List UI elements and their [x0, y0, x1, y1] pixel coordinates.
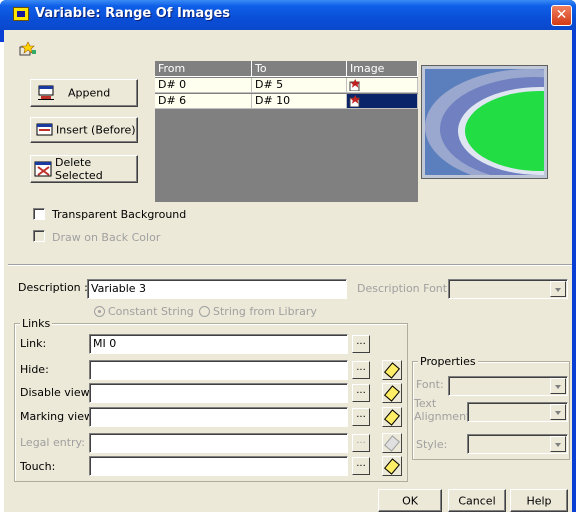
window-title: Variable: Range Of Images: [35, 6, 230, 21]
left-edge: [0, 42, 4, 512]
table-cell-image[interactable]: [347, 78, 418, 93]
hide-eraser-icon[interactable]: [382, 360, 402, 380]
table-cell-from[interactable]: D# 6: [155, 94, 252, 109]
title-bar[interactable]: Variable: Range Of Images ✕: [0, 0, 576, 30]
string-from-library-label: String from Library: [213, 305, 317, 318]
legal-entry-browse-button[interactable]: ...: [352, 434, 370, 452]
properties-legend: Properties: [418, 355, 478, 368]
links-legend: Links: [20, 317, 53, 330]
text-alignment-label-line1: Text: [414, 397, 437, 410]
legal-entry-label: Legal entry:: [20, 436, 85, 449]
image-icon: [349, 79, 360, 91]
style-label: Style:: [416, 438, 448, 451]
text-alignment-label-line2: Alignment: [414, 410, 471, 423]
constant-string-label: Constant String: [108, 305, 194, 318]
table-cell-to[interactable]: D# 5: [252, 78, 347, 93]
transparent-background-label: Transparent Background: [52, 208, 187, 221]
disable-view-browse-button[interactable]: ...: [352, 384, 370, 402]
properties-font-label: Font:: [416, 378, 444, 391]
string-from-library-radio[interactable]: [199, 306, 210, 317]
chevron-down-icon[interactable]: [550, 404, 566, 420]
table-cell-image-selected[interactable]: [347, 94, 418, 109]
cancel-button[interactable]: Cancel: [448, 489, 506, 512]
image-preview: [422, 66, 547, 178]
touch-label: Touch:: [20, 460, 56, 473]
description-font-select[interactable]: [448, 279, 568, 299]
column-header-from[interactable]: From: [155, 61, 252, 77]
ok-label: OK: [402, 494, 418, 507]
delete-label: Delete Selected: [55, 156, 103, 182]
chevron-down-icon[interactable]: [550, 281, 566, 297]
hide-input[interactable]: [89, 360, 348, 380]
disable-view-label: Disable view:: [20, 386, 93, 399]
help-label: Help: [526, 494, 552, 507]
touch-input[interactable]: [89, 456, 348, 476]
transparent-background-checkbox[interactable]: [33, 208, 45, 220]
table-cell-from[interactable]: D# 0: [155, 78, 252, 93]
table-cell-to[interactable]: D# 10: [252, 94, 347, 109]
legal-entry-eraser-icon[interactable]: [382, 433, 402, 453]
append-icon: [38, 85, 54, 100]
description-value: Variable 3: [91, 282, 147, 295]
link-browse-button[interactable]: ...: [352, 335, 370, 353]
divider: [8, 264, 572, 266]
marking-view-eraser-icon[interactable]: [382, 407, 402, 427]
disable-view-eraser-icon[interactable]: [382, 383, 402, 403]
sparkle-icon[interactable]: [18, 41, 38, 57]
link-input[interactable]: MI 0: [89, 334, 348, 354]
style-select[interactable]: [467, 434, 568, 454]
insert-icon: [36, 123, 53, 136]
link-value: MI 0: [93, 337, 117, 350]
delete-icon: [34, 161, 52, 177]
hide-browse-button[interactable]: ...: [352, 361, 370, 379]
preview-ellipse-graphic: [425, 69, 544, 175]
draw-on-back-color-checkbox[interactable]: [33, 230, 45, 242]
marking-view-browse-button[interactable]: ...: [352, 408, 370, 426]
disable-view-input[interactable]: [89, 383, 348, 403]
ranges-table[interactable]: From To Image D# 0 D# 5 D# 6 D# 10: [155, 61, 418, 202]
cancel-label: Cancel: [458, 494, 496, 507]
touch-browse-button[interactable]: ...: [352, 457, 370, 475]
insert-label: Insert (Before): [56, 123, 136, 137]
touch-eraser-icon[interactable]: [382, 456, 402, 476]
append-button[interactable]: Append: [30, 79, 138, 107]
delete-selected-button[interactable]: Delete Selected: [30, 155, 138, 183]
chevron-down-icon[interactable]: [550, 436, 566, 452]
marking-view-label: Marking view:: [20, 410, 97, 423]
app-icon: [13, 7, 29, 21]
constant-string-radio[interactable]: [94, 306, 105, 317]
properties-font-select[interactable]: [448, 376, 568, 396]
close-button[interactable]: ✕: [551, 5, 572, 26]
insert-before-button[interactable]: Insert (Before): [30, 117, 138, 143]
draw-on-back-color-label: Draw on Back Color: [52, 231, 161, 244]
ok-button[interactable]: OK: [378, 489, 442, 512]
help-button[interactable]: Help: [510, 489, 568, 512]
description-label: Description :: [18, 281, 88, 294]
text-alignment-select[interactable]: [467, 402, 568, 422]
description-font-label: Description Font:: [357, 282, 451, 295]
column-header-to[interactable]: To: [252, 61, 347, 77]
legal-entry-input[interactable]: [89, 433, 348, 453]
description-input[interactable]: Variable 3: [87, 279, 347, 299]
append-label: Append: [68, 86, 111, 100]
link-label: Link:: [20, 337, 47, 350]
image-icon: [349, 95, 360, 107]
column-header-image[interactable]: Image: [347, 61, 418, 77]
chevron-down-icon[interactable]: [550, 378, 566, 394]
marking-view-input[interactable]: [89, 407, 348, 427]
hide-label: Hide:: [20, 363, 49, 376]
